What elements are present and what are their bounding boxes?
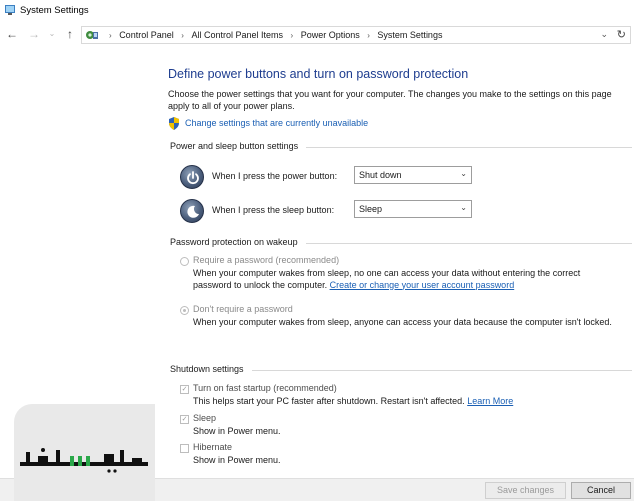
forward-arrow-icon[interactable]: → <box>27 27 41 41</box>
fast-startup-option: ✓ Turn on fast startup (recommended) Thi… <box>180 383 620 409</box>
power-button-label: When I press the power button: <box>212 171 338 181</box>
section-divider <box>252 370 632 371</box>
require-password-radio[interactable] <box>180 257 189 266</box>
hibernate-menu-description: Show in Power menu. <box>193 455 281 465</box>
watermark-logo <box>14 404 155 501</box>
sleep-button-action-value: Sleep <box>359 204 383 214</box>
breadcrumb-control-panel[interactable]: Control Panel <box>119 30 174 40</box>
page-title: Define power buttons and turn on passwor… <box>168 67 469 81</box>
sleep-menu-description: Show in Power menu. <box>193 426 281 436</box>
sleep-button-action-select[interactable]: Sleep ⌄ <box>354 200 472 218</box>
chevron-right-icon[interactable]: › <box>181 31 184 40</box>
require-password-label: Require a password (recommended) <box>193 255 340 265</box>
save-changes-button[interactable]: Save changes <box>485 482 566 499</box>
sleep-button-label: When I press the sleep button: <box>212 205 335 215</box>
power-button-action-select[interactable]: Shut down ⌄ <box>354 166 472 184</box>
fast-startup-checkbox[interactable]: ✓ <box>180 385 189 394</box>
sleep-menu-label: Sleep <box>193 413 217 423</box>
chevron-down-icon: ⌄ <box>460 203 467 212</box>
address-dropdown-chevron-icon[interactable]: ⌄ <box>600 29 608 40</box>
power-button-icon <box>180 165 204 189</box>
chevron-right-icon: › <box>109 31 112 40</box>
hibernate-menu-label: Hibernate <box>193 442 233 452</box>
window-title: System Settings <box>20 5 89 16</box>
control-panel-icon <box>86 31 98 39</box>
page-description: Choose the power settings that you want … <box>168 89 612 111</box>
fast-startup-description: This helps start your PC faster after sh… <box>193 396 613 408</box>
sleep-button-row: When I press the sleep button: Sleep ⌄ <box>180 199 480 223</box>
watermark-logo-mark <box>20 448 148 473</box>
dont-require-password-option: Don't require a password When your compu… <box>180 304 620 344</box>
dont-require-password-radio[interactable] <box>180 306 189 315</box>
back-arrow-icon[interactable]: ← <box>5 27 19 41</box>
fast-startup-desc-text: This helps start your PC faster after sh… <box>193 396 465 406</box>
breadcrumb-power-options[interactable]: Power Options <box>301 30 360 40</box>
sleep-button-icon <box>180 199 204 223</box>
sleep-menu-checkbox[interactable]: ✓ <box>180 415 189 424</box>
power-button-action-value: Shut down <box>359 170 402 180</box>
dont-require-password-description: When your computer wakes from sleep, any… <box>193 317 612 327</box>
breadcrumb-all-control-panel-items[interactable]: All Control Panel Items <box>191 30 283 40</box>
create-password-link[interactable]: Create or change your user account passw… <box>330 280 515 290</box>
section-title-password: Password protection on wakeup <box>170 237 298 247</box>
up-arrow-icon[interactable]: ↑ <box>63 27 77 41</box>
chevron-right-icon[interactable]: › <box>367 31 370 40</box>
change-settings-link-text[interactable]: Change settings that are currently unava… <box>185 118 368 128</box>
learn-more-link[interactable]: Learn More <box>467 396 513 406</box>
breadcrumb: › Control Panel › All Control Panel Item… <box>104 30 442 40</box>
navigation-bar: ← → ⌄ ↑ › Control Panel › All Control Pa… <box>0 22 634 48</box>
chevron-down-icon: ⌄ <box>460 169 467 178</box>
require-password-option: Require a password (recommended) When yo… <box>180 255 620 295</box>
breadcrumb-system-settings[interactable]: System Settings <box>377 30 442 40</box>
uac-shield-icon <box>169 117 179 130</box>
title-bar: System Settings <box>0 0 634 22</box>
recent-locations-chevron-icon[interactable]: ⌄ <box>45 27 59 41</box>
require-password-description: When your computer wakes from sleep, no … <box>193 268 613 291</box>
section-title-shutdown: Shutdown settings <box>170 364 244 374</box>
refresh-icon[interactable]: ↻ <box>617 28 626 41</box>
hibernate-menu-checkbox[interactable] <box>180 444 189 453</box>
section-title-power-sleep: Power and sleep button settings <box>170 141 299 151</box>
chevron-right-icon[interactable]: › <box>291 31 294 40</box>
section-divider <box>306 147 632 148</box>
hibernate-menu-option: Hibernate Show in Power menu. <box>180 442 620 468</box>
sleep-menu-option: ✓ Sleep Show in Power menu. <box>180 413 620 439</box>
section-divider <box>306 243 632 244</box>
cancel-button[interactable]: Cancel <box>571 482 631 499</box>
dont-require-password-label: Don't require a password <box>193 304 293 314</box>
fast-startup-label: Turn on fast startup (recommended) <box>193 383 337 393</box>
power-button-row: When I press the power button: Shut down… <box>180 165 480 189</box>
control-panel-icon <box>5 5 15 15</box>
address-bar[interactable]: › Control Panel › All Control Panel Item… <box>81 26 631 44</box>
